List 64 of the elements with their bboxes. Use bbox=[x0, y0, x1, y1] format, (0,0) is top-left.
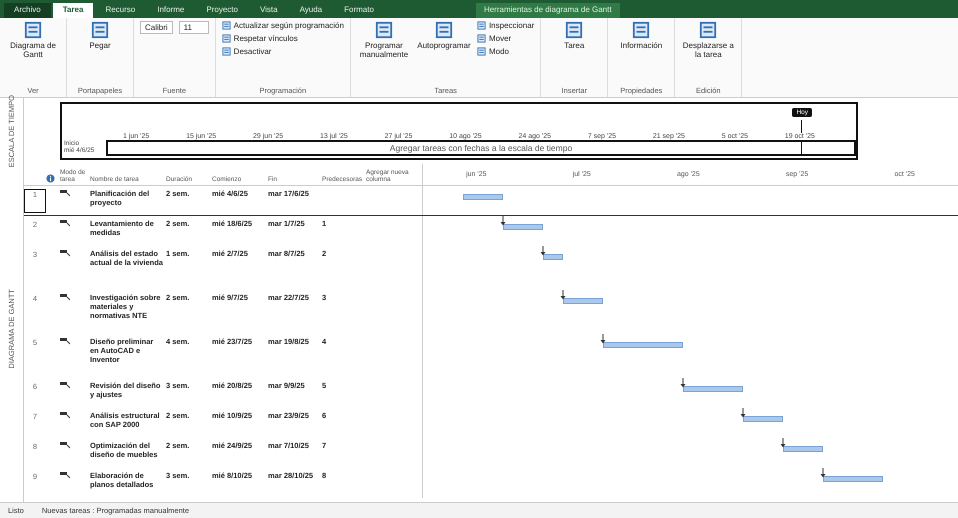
ribbon-tab[interactable]: Proyecto bbox=[196, 3, 248, 18]
link-arrow bbox=[680, 378, 686, 388]
document-icon bbox=[476, 47, 486, 56]
task-bar[interactable] bbox=[463, 194, 503, 200]
task-bar[interactable] bbox=[563, 298, 603, 304]
ribbon-tab[interactable]: Tarea bbox=[52, 3, 94, 18]
document-icon bbox=[24, 21, 42, 39]
ribbon-button[interactable]: Programar manualmente bbox=[356, 21, 411, 59]
task-bar[interactable] bbox=[503, 224, 543, 230]
ribbon-button[interactable]: Diagrama de Gantt bbox=[6, 21, 60, 59]
ribbon-tab[interactable]: Recurso bbox=[95, 3, 146, 18]
document-icon bbox=[476, 21, 486, 30]
task-mode-icon bbox=[60, 293, 70, 301]
link-arrow bbox=[560, 290, 566, 300]
document-icon bbox=[434, 21, 453, 39]
ribbon-button[interactable]: Autoprogramar bbox=[416, 21, 471, 50]
ribbon-button[interactable]: Respetar vínculos bbox=[222, 34, 344, 43]
ribbon-button[interactable]: Modo bbox=[476, 47, 534, 56]
task-mode-icon bbox=[60, 381, 70, 389]
ribbon-button[interactable]: Información bbox=[614, 21, 668, 50]
ribbon-tab[interactable]: Informe bbox=[147, 3, 194, 18]
task-mode-icon bbox=[60, 249, 70, 257]
task-bar[interactable] bbox=[603, 342, 683, 348]
document-icon bbox=[699, 21, 718, 39]
ribbon-button[interactable]: Actualizar según programación bbox=[222, 21, 344, 30]
font-field[interactable]: Calibri bbox=[140, 21, 173, 34]
link-arrow bbox=[600, 334, 606, 344]
font-field[interactable]: 11 bbox=[178, 21, 209, 34]
document-icon bbox=[632, 21, 650, 39]
document-icon bbox=[222, 47, 231, 56]
ribbon-tab[interactable]: Archivo bbox=[4, 3, 51, 18]
task-mode-icon bbox=[60, 411, 70, 419]
document-icon bbox=[374, 21, 393, 39]
ribbon-button[interactable]: Pegar bbox=[73, 21, 127, 50]
ribbon-tab[interactable]: Formato bbox=[334, 3, 384, 18]
document-icon bbox=[565, 21, 584, 39]
task-bar[interactable] bbox=[783, 446, 823, 452]
ribbon-button[interactable]: Tarea bbox=[547, 21, 602, 50]
ribbon-button[interactable]: Desactivar bbox=[222, 47, 344, 56]
ribbon-tab[interactable]: Vista bbox=[250, 3, 288, 18]
link-arrow bbox=[780, 438, 786, 448]
document-icon bbox=[222, 21, 231, 30]
task-bar[interactable] bbox=[743, 416, 783, 422]
task-mode-icon bbox=[60, 189, 70, 197]
task-bar[interactable] bbox=[683, 386, 743, 392]
link-arrow bbox=[740, 408, 746, 418]
document-icon bbox=[222, 34, 231, 43]
link-arrow bbox=[540, 246, 546, 256]
task-bar[interactable] bbox=[543, 254, 563, 260]
timeline-bar[interactable]: Agregar tareas con fechas a la escala de tiempo bbox=[106, 140, 856, 156]
task-mode-icon bbox=[60, 337, 70, 345]
ribbon-button[interactable]: Inspeccionar bbox=[476, 21, 534, 30]
ribbon-button[interactable]: Desplazarse a la tarea bbox=[681, 21, 736, 59]
task-mode-icon bbox=[60, 441, 70, 449]
task-mode-icon bbox=[60, 471, 70, 479]
ribbon-tab[interactable]: Ayuda bbox=[290, 3, 332, 18]
ribbon-button[interactable]: Mover bbox=[476, 34, 534, 43]
context-tab-label: Herramientas de diagrama de Gantt bbox=[476, 3, 620, 18]
document-icon bbox=[476, 34, 486, 43]
document-icon bbox=[91, 21, 109, 39]
task-bar[interactable] bbox=[823, 476, 883, 482]
link-arrow bbox=[820, 468, 826, 478]
task-mode-icon bbox=[60, 219, 70, 227]
info-icon bbox=[46, 174, 55, 183]
